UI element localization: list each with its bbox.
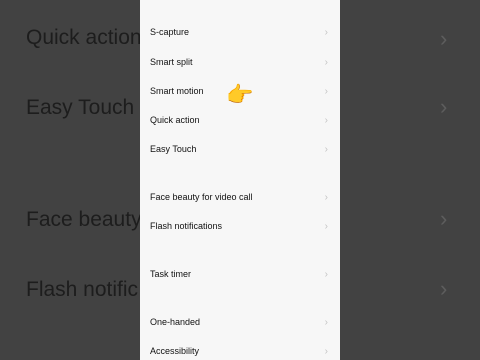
chevron-right-icon: › <box>324 268 328 280</box>
chevron-right-icon: › <box>324 143 328 155</box>
chevron-right-icon: › <box>324 220 328 232</box>
settings-item-smart-split[interactable]: Smart split › <box>140 48 340 76</box>
settings-item-label: Smart motion <box>150 86 204 96</box>
chevron-right-icon: › <box>324 56 328 68</box>
chevron-right-icon: › <box>324 316 328 328</box>
settings-item-face-beauty[interactable]: Face beauty for video call › <box>140 183 340 211</box>
bg-item-easy-touch: Easy Touch <box>26 96 135 119</box>
chevron-right-icon: › <box>324 191 328 203</box>
chevron-right-icon: › <box>324 85 328 97</box>
settings-item-quick-action[interactable]: Quick action › <box>140 106 340 134</box>
settings-item-accessibility[interactable]: Accessibility › <box>140 337 340 360</box>
settings-item-label: Smart split <box>150 57 193 67</box>
bg-item-quick-action: Quick action <box>26 26 140 49</box>
background-left: Quick action Easy Touch Face beauty Flas… <box>0 0 140 360</box>
chevron-right-icon: › <box>324 345 328 357</box>
settings-item-s-capture[interactable]: S-capture › <box>140 18 340 46</box>
bg-item-flash-notifications: Flash notific <box>26 278 139 301</box>
settings-item-label: Accessibility <box>150 346 200 356</box>
settings-item-flash-notifications[interactable]: Flash notifications › <box>140 212 340 240</box>
bg-item-face-beauty: Face beauty <box>26 208 140 231</box>
bg-chevron-icon: › <box>440 276 448 301</box>
settings-item-label: Quick action <box>150 115 200 125</box>
bg-chevron-icon: › <box>440 26 448 51</box>
pointing-hand-icon: 👉 <box>226 82 254 107</box>
background-right: › › › › <box>340 0 480 360</box>
bg-chevron-icon: › <box>440 206 448 231</box>
chevron-right-icon: › <box>324 26 328 38</box>
chevron-right-icon: › <box>324 114 328 126</box>
settings-item-label: Easy Touch <box>150 144 197 154</box>
settings-panel: S-capture › Smart split › Smart motion ›… <box>140 0 340 360</box>
settings-item-task-timer[interactable]: Task timer › <box>140 260 340 288</box>
settings-item-easy-touch[interactable]: Easy Touch › <box>140 135 340 163</box>
settings-item-label: S-capture <box>150 27 190 37</box>
settings-item-one-handed[interactable]: One-handed › <box>140 308 340 336</box>
settings-item-label: Face beauty for video call <box>150 192 253 202</box>
settings-item-label: Flash notifications <box>150 221 223 231</box>
bg-chevron-icon: › <box>440 94 448 119</box>
settings-item-label: Task timer <box>150 269 192 279</box>
settings-item-label: One-handed <box>150 317 201 327</box>
